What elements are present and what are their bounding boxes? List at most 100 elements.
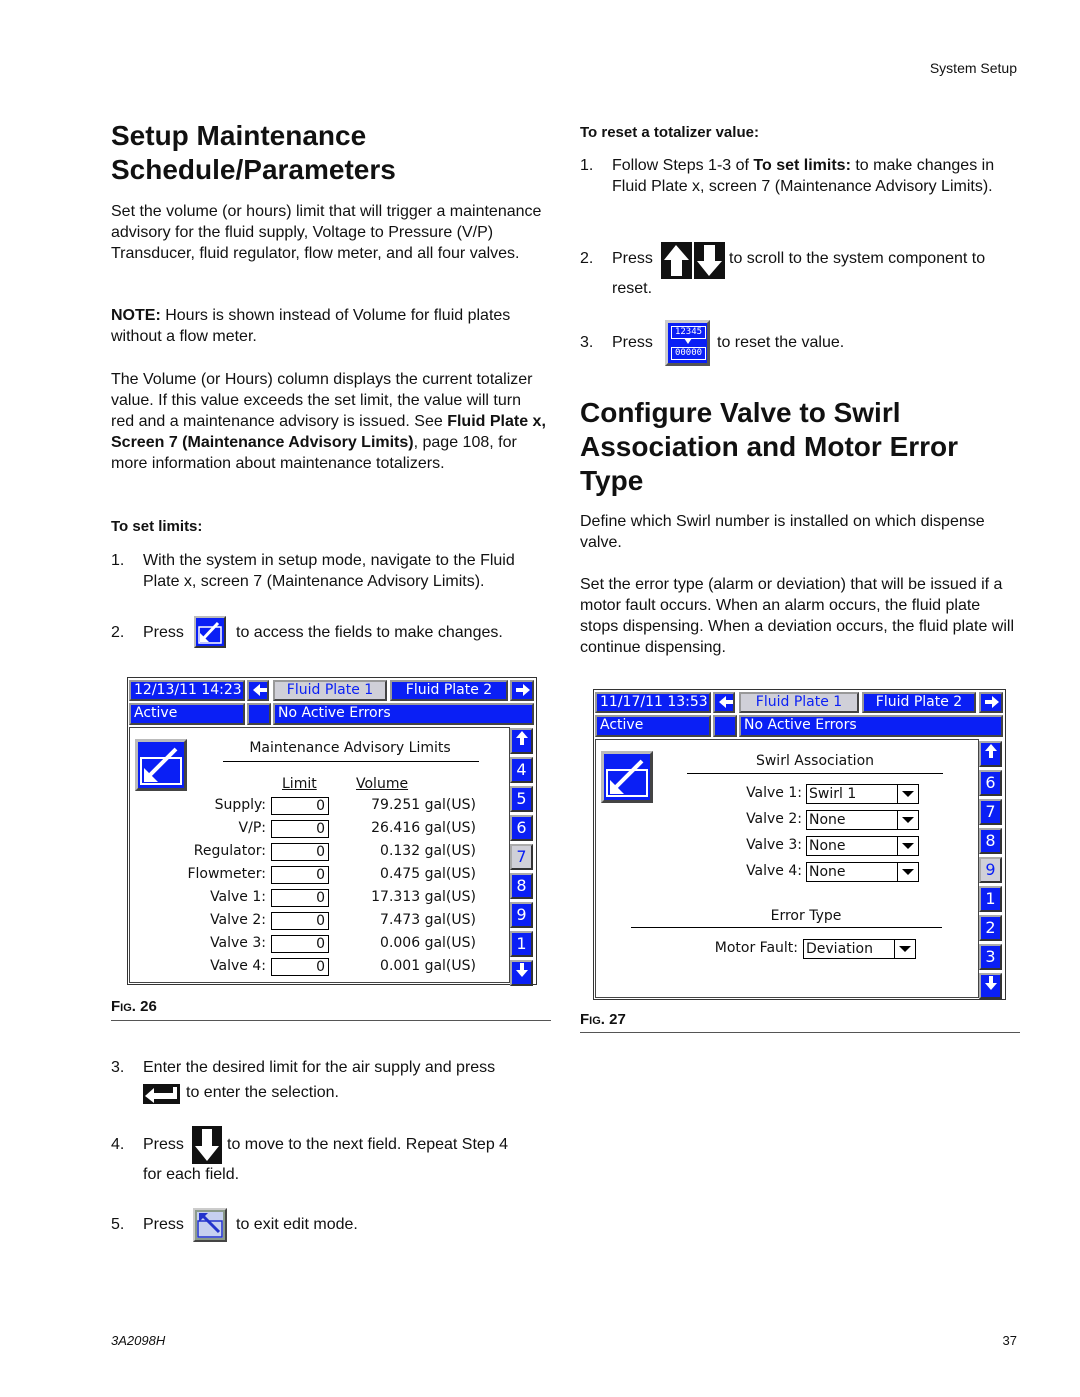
- edit-mode-icon: [140, 747, 182, 785]
- right-arrow-icon: [985, 696, 999, 708]
- tab-fluid-plate-1[interactable]: Fluid Plate 1: [739, 692, 859, 713]
- limit-input[interactable]: 0: [271, 797, 329, 815]
- chevron-down-icon[interactable]: [897, 785, 918, 803]
- next-screen-button[interactable]: [510, 680, 534, 701]
- nav-screen-6[interactable]: 6: [979, 770, 1002, 796]
- chevron-down-icon[interactable]: [897, 811, 918, 829]
- down-arrow-icon: [694, 242, 725, 279]
- set-limits-heading: To set limits:: [111, 518, 203, 535]
- fig27-caption: FIG. 27: [580, 1011, 626, 1028]
- row-label: Valve 2:: [210, 912, 266, 928]
- edit-mode-icon: [194, 616, 226, 648]
- volume-value: 0.475 gal(US): [380, 866, 476, 882]
- fig26-caption: FIG. 26: [111, 998, 157, 1015]
- tab-fluid-plate-2[interactable]: Fluid Plate 2: [390, 680, 508, 701]
- tab-fluid-plate-1[interactable]: Fluid Plate 1: [273, 680, 387, 701]
- right-arrow-icon: [516, 684, 530, 696]
- limit-input[interactable]: 0: [271, 889, 329, 907]
- nav-screen-8[interactable]: 8: [979, 828, 1002, 854]
- nav-screen-8[interactable]: 8: [510, 873, 533, 899]
- chevron-down-icon[interactable]: [897, 837, 918, 855]
- edit-mode-icon: [606, 759, 648, 797]
- up-arrow-icon: [984, 744, 997, 758]
- scroll-up-button[interactable]: [979, 741, 1002, 767]
- tab-fluid-plate-2[interactable]: Fluid Plate 2: [862, 692, 976, 713]
- row-label: Regulator:: [193, 843, 266, 859]
- prev-screen-button[interactable]: [713, 692, 735, 713]
- nav-screen-1[interactable]: 1: [979, 886, 1002, 912]
- row-label: V/P:: [238, 820, 266, 836]
- limit-input[interactable]: 0: [271, 935, 329, 953]
- step-text: to move to the next field. Repeat Step 4: [227, 1136, 509, 1153]
- step-text: Follow Steps 1-3 of To set limits: to ma…: [612, 157, 995, 195]
- section-divider: [631, 927, 942, 928]
- limit-input[interactable]: 0: [271, 866, 329, 884]
- row-label: Valve 1:: [210, 889, 266, 905]
- swirl-dropdown[interactable]: None: [806, 862, 919, 882]
- swirl-dropdown[interactable]: None: [806, 810, 919, 830]
- swirl-dropdown[interactable]: Swirl 1: [806, 784, 919, 804]
- edit-mode-button[interactable]: [601, 751, 653, 803]
- status-indicator: [713, 715, 737, 737]
- step-number: 4.: [111, 1136, 125, 1153]
- volume-value: 26.416 gal(US): [371, 820, 476, 836]
- row-label: Supply:: [214, 797, 266, 813]
- scroll-up-button[interactable]: [510, 728, 533, 754]
- volume-value: 0.006 gal(US): [380, 935, 476, 951]
- errors-display: No Active Errors: [739, 715, 1003, 737]
- limit-input[interactable]: 0: [271, 958, 329, 976]
- section-title-error: Error Type: [770, 908, 842, 924]
- step-number: 5.: [111, 1216, 125, 1233]
- title-line: Type: [580, 465, 644, 496]
- nav-screen-2[interactable]: 2: [979, 915, 1002, 941]
- step-number: 1.: [111, 552, 125, 569]
- limit-input[interactable]: 0: [271, 912, 329, 930]
- chevron-down-icon[interactable]: [894, 940, 915, 958]
- reset-icon-arrow: [684, 338, 692, 344]
- scroll-down-button[interactable]: [510, 960, 533, 986]
- scroll-down-button[interactable]: [979, 973, 1002, 999]
- status-indicator: [247, 703, 271, 725]
- fig27-rule: [580, 1032, 1020, 1033]
- step-text: to enter the selection.: [186, 1084, 339, 1101]
- column-header-limit: Limit: [282, 776, 317, 792]
- step-text: Enter the desired limit for the air supp…: [143, 1059, 496, 1076]
- dropdown-value: None: [809, 812, 846, 828]
- next-screen-button[interactable]: [979, 692, 1003, 713]
- nav-screen-3[interactable]: 3: [979, 944, 1002, 970]
- screen-title: Maintenance Advisory Limits: [249, 740, 451, 756]
- step-number: 3.: [111, 1059, 125, 1076]
- step-text: Press: [143, 1216, 184, 1233]
- fig26-content: Maintenance Advisory Limits Limit Volume…: [129, 727, 510, 983]
- step-number: 3.: [580, 334, 594, 351]
- note-paragraph: NOTE: Hours is shown instead of Volume f…: [111, 305, 547, 347]
- down-arrow-icon: [192, 1126, 222, 1164]
- nav-screen-5[interactable]: 5: [510, 786, 533, 812]
- dropdown-value: None: [809, 838, 846, 854]
- edit-mode-button[interactable]: [135, 739, 187, 791]
- prev-screen-button[interactable]: [247, 680, 269, 701]
- chevron-down-icon[interactable]: [897, 863, 918, 881]
- limit-input[interactable]: 0: [271, 843, 329, 861]
- limit-input[interactable]: 0: [271, 820, 329, 838]
- step-text: to exit edit mode.: [236, 1216, 358, 1233]
- nav-screen-9[interactable]: 9: [979, 857, 1002, 883]
- datetime-display: 11/17/11 13:53: [595, 692, 711, 713]
- valve-label: Valve 2:: [746, 811, 802, 827]
- row-label: Flowmeter:: [187, 866, 266, 882]
- nav-screen-1[interactable]: 1: [510, 931, 533, 957]
- step-text: for each field.: [143, 1166, 240, 1183]
- motor-fault-dropdown[interactable]: Deviation: [803, 939, 916, 959]
- status-display: Active: [595, 715, 711, 737]
- motor-fault-label: Motor Fault:: [714, 940, 798, 956]
- nav-screen-9[interactable]: 9: [510, 902, 533, 928]
- nav-screen-7[interactable]: 7: [510, 844, 533, 870]
- row-label: Valve 3:: [210, 935, 266, 951]
- nav-screen-7[interactable]: 7: [979, 799, 1002, 825]
- nav-screen-6[interactable]: 6: [510, 815, 533, 841]
- swirl-dropdown[interactable]: None: [806, 836, 919, 856]
- nav-screen-4[interactable]: 4: [510, 757, 533, 783]
- title-line: Schedule/Parameters: [111, 154, 396, 185]
- step-text: With the system in setup mode, navigate …: [143, 552, 515, 590]
- errors-display: No Active Errors: [273, 703, 534, 725]
